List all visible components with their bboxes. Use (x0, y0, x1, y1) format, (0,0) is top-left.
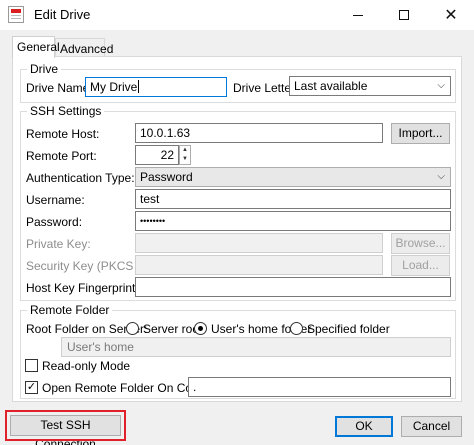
remote-host-input[interactable]: 10.0.1.63 (135, 123, 383, 143)
drive-name-label: Drive Name: (26, 81, 93, 95)
remote-folder-path-input[interactable]: User's home (61, 337, 451, 357)
radio-specified-folder-label[interactable]: Specified folder (307, 322, 390, 336)
stepper-down-icon[interactable]: ▼ (180, 155, 190, 164)
app-icon (8, 6, 24, 23)
readonly-label[interactable]: Read-only Mode (42, 359, 130, 373)
tab-advanced[interactable]: Advanced (55, 38, 113, 58)
host-key-fingerprint-label: Host Key Fingerprint: (26, 281, 139, 295)
checkmark-icon: ✓ (26, 381, 37, 393)
tab-general[interactable]: General (12, 36, 60, 58)
tab-panel-general: Drive Drive Name: My Drive Drive Letter:… (12, 56, 462, 402)
stepper-up-icon[interactable]: ▲ (180, 146, 190, 155)
open-on-connect-input[interactable]: . (188, 377, 451, 397)
open-on-connect-checkbox[interactable]: ✓ (25, 381, 38, 394)
username-label: Username: (26, 193, 85, 207)
ssh-settings-legend: SSH Settings (27, 104, 105, 118)
remote-host-label: Remote Host: (26, 127, 100, 141)
chevron-down-icon: ⌵ (437, 80, 445, 91)
maximize-icon (399, 10, 409, 20)
cancel-button[interactable]: Cancel (401, 416, 462, 437)
radio-users-home[interactable] (194, 322, 207, 335)
browse-button[interactable]: Browse... (391, 233, 450, 254)
remote-port-input[interactable]: 22 (135, 145, 179, 165)
host-key-fingerprint-input[interactable] (135, 277, 451, 297)
auth-type-select[interactable]: Password ⌵ (135, 167, 451, 187)
import-button[interactable]: Import... (391, 123, 450, 144)
auth-type-label: Authentication Type: (26, 171, 135, 185)
title-bar: Edit Drive ✕ (0, 0, 474, 30)
text-caret (138, 80, 140, 93)
radio-specified-folder[interactable] (290, 322, 303, 335)
minimize-button[interactable] (335, 0, 381, 30)
remote-port-label: Remote Port: (26, 149, 97, 163)
radio-server-root[interactable] (126, 322, 139, 335)
window-title: Edit Drive (34, 7, 91, 22)
load-button[interactable]: Load... (391, 255, 450, 276)
maximize-button[interactable] (381, 0, 427, 30)
username-input[interactable]: test (135, 189, 451, 209)
readonly-checkbox[interactable] (25, 359, 38, 372)
ok-button[interactable]: OK (335, 416, 393, 437)
highlight-box (5, 410, 126, 441)
minimize-icon (353, 14, 363, 16)
password-input[interactable]: •••••••• (135, 211, 451, 231)
security-key-input[interactable] (135, 255, 383, 275)
remote-folder-legend: Remote Folder (27, 303, 113, 317)
remote-port-stepper[interactable]: ▲ ▼ (179, 145, 191, 165)
drive-letter-select[interactable]: Last available ⌵ (289, 76, 451, 96)
chevron-down-icon: ⌵ (437, 171, 445, 182)
close-button[interactable]: ✕ (428, 0, 474, 30)
private-key-input[interactable] (135, 233, 383, 253)
drive-group-legend: Drive (27, 62, 62, 76)
drive-name-input[interactable]: My Drive (85, 77, 227, 97)
close-icon: ✕ (444, 7, 458, 24)
private-key-label: Private Key: (26, 237, 91, 251)
password-label: Password: (26, 215, 83, 229)
